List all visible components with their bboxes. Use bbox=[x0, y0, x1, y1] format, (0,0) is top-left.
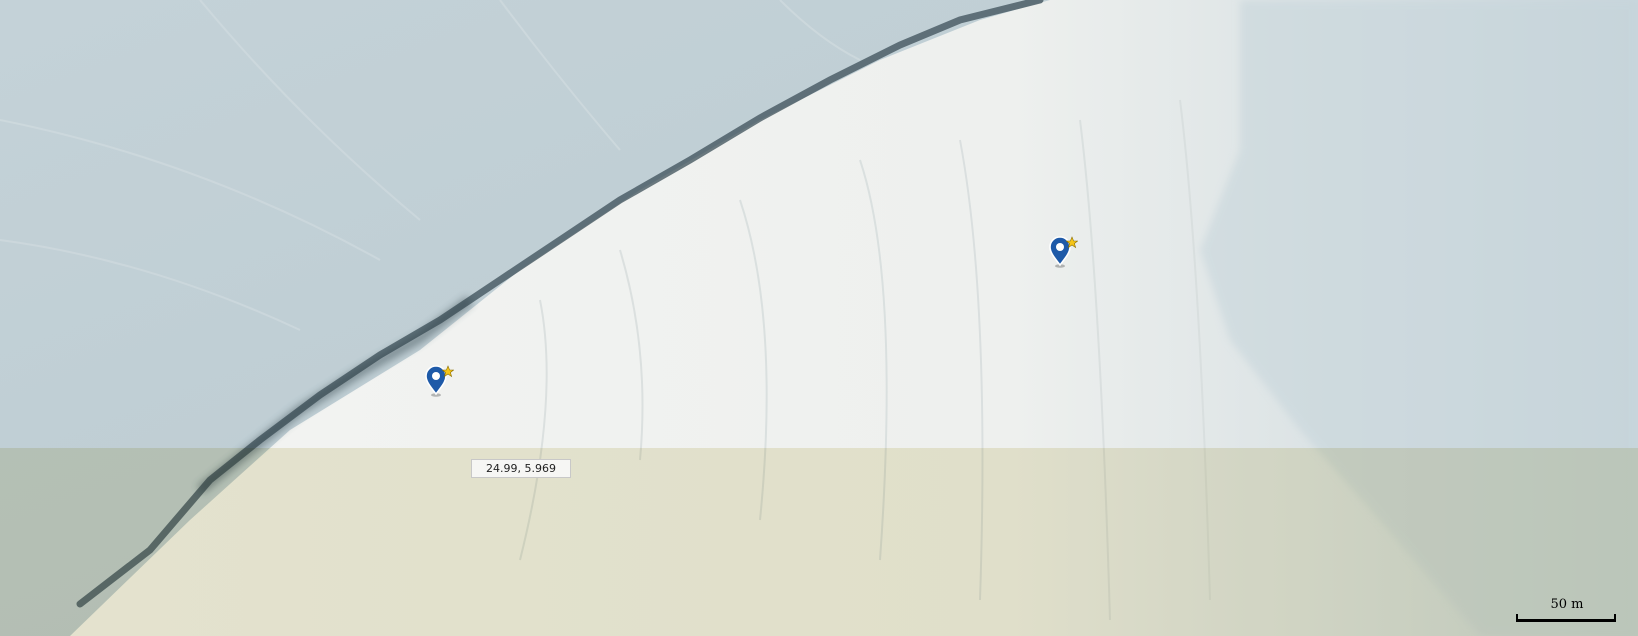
coordinate-readout: 24.99, 5.969 bbox=[471, 459, 571, 478]
map-viewport[interactable]: 24.99, 5.969 50 m bbox=[0, 0, 1638, 636]
scale-bar: 50 m bbox=[1512, 597, 1622, 627]
location-pin-star-icon bbox=[1049, 236, 1079, 268]
scale-label: 50 m bbox=[1550, 597, 1584, 612]
tile-overlay-band bbox=[0, 448, 1638, 636]
location-pin-star-icon bbox=[425, 365, 455, 397]
map-marker[interactable] bbox=[1048, 235, 1079, 269]
scale-bar-line bbox=[1516, 614, 1616, 622]
map-marker[interactable] bbox=[424, 364, 455, 398]
